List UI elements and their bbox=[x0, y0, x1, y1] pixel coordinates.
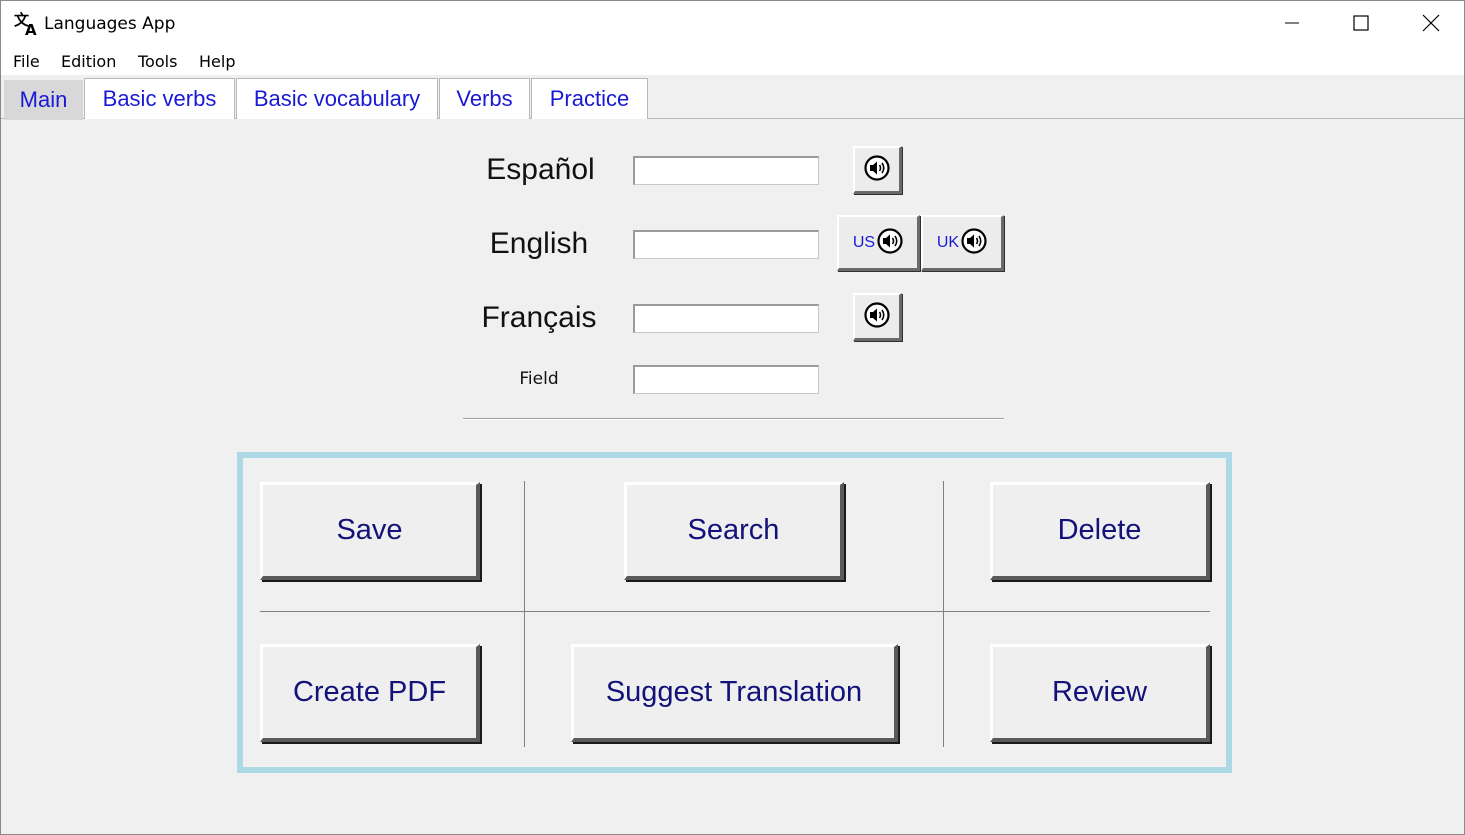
francais-label: Français bbox=[481, 301, 597, 334]
espanol-speak-button[interactable] bbox=[853, 146, 902, 194]
speaker-icon bbox=[864, 154, 890, 185]
panel-divider-right bbox=[943, 481, 944, 747]
field-input[interactable] bbox=[633, 365, 819, 394]
close-icon bbox=[1422, 14, 1440, 36]
maximize-icon bbox=[1353, 14, 1369, 35]
uk-label: UK bbox=[936, 233, 960, 251]
menu-edition[interactable]: Edition bbox=[61, 52, 116, 71]
minimize-button[interactable] bbox=[1257, 1, 1327, 48]
menu-file[interactable]: File bbox=[13, 52, 40, 71]
tab-verbs[interactable]: Verbs bbox=[439, 78, 530, 119]
francais-speak-button[interactable] bbox=[853, 293, 902, 341]
tab-basic-vocabulary[interactable]: Basic vocabulary bbox=[236, 78, 438, 119]
review-button[interactable]: Review bbox=[990, 644, 1210, 742]
english-label: English bbox=[489, 227, 589, 260]
menu-tools[interactable]: Tools bbox=[138, 52, 177, 71]
menu-help[interactable]: Help bbox=[199, 52, 235, 71]
english-us-speak-button[interactable]: US bbox=[837, 215, 920, 271]
espanol-input[interactable] bbox=[633, 156, 819, 185]
translate-icon: 文 A bbox=[14, 11, 40, 39]
suggest-translation-button[interactable]: Suggest Translation bbox=[571, 644, 898, 742]
save-button[interactable]: Save bbox=[260, 482, 480, 580]
form-separator bbox=[463, 418, 1004, 420]
search-button[interactable]: Search bbox=[624, 482, 844, 580]
close-button[interactable] bbox=[1396, 1, 1465, 48]
svg-text:A: A bbox=[25, 21, 37, 37]
window-title: Languages App bbox=[44, 14, 176, 34]
francais-input[interactable] bbox=[633, 304, 819, 333]
menu-bar: File Edition Tools Help bbox=[1, 48, 1464, 76]
speaker-icon bbox=[961, 227, 987, 258]
tab-main[interactable]: Main bbox=[4, 80, 83, 120]
english-uk-speak-button[interactable]: UK bbox=[921, 215, 1004, 271]
english-input[interactable] bbox=[633, 230, 819, 259]
panel-divider-left bbox=[524, 481, 525, 747]
field-label: Field bbox=[519, 369, 559, 389]
speaker-icon bbox=[864, 301, 890, 332]
tab-basic-verbs[interactable]: Basic verbs bbox=[84, 78, 235, 119]
tab-practice[interactable]: Practice bbox=[531, 78, 648, 119]
actions-panel: Save Search Delete Create PDF Suggest Tr… bbox=[237, 452, 1232, 773]
app-window: 文 A Languages App File Edition Tools Hel… bbox=[0, 0, 1465, 835]
us-label: US bbox=[852, 233, 876, 251]
maximize-button[interactable] bbox=[1326, 1, 1396, 48]
speaker-icon bbox=[877, 227, 903, 258]
delete-button[interactable]: Delete bbox=[990, 482, 1210, 580]
espanol-label: Español bbox=[486, 153, 595, 186]
panel-divider-middle bbox=[260, 611, 1210, 612]
create-pdf-button[interactable]: Create PDF bbox=[260, 644, 480, 742]
tab-strip: Main Basic verbs Basic vocabulary Verbs … bbox=[1, 76, 1464, 120]
title-bar: 文 A Languages App bbox=[1, 1, 1464, 48]
minimize-icon bbox=[1284, 15, 1300, 35]
